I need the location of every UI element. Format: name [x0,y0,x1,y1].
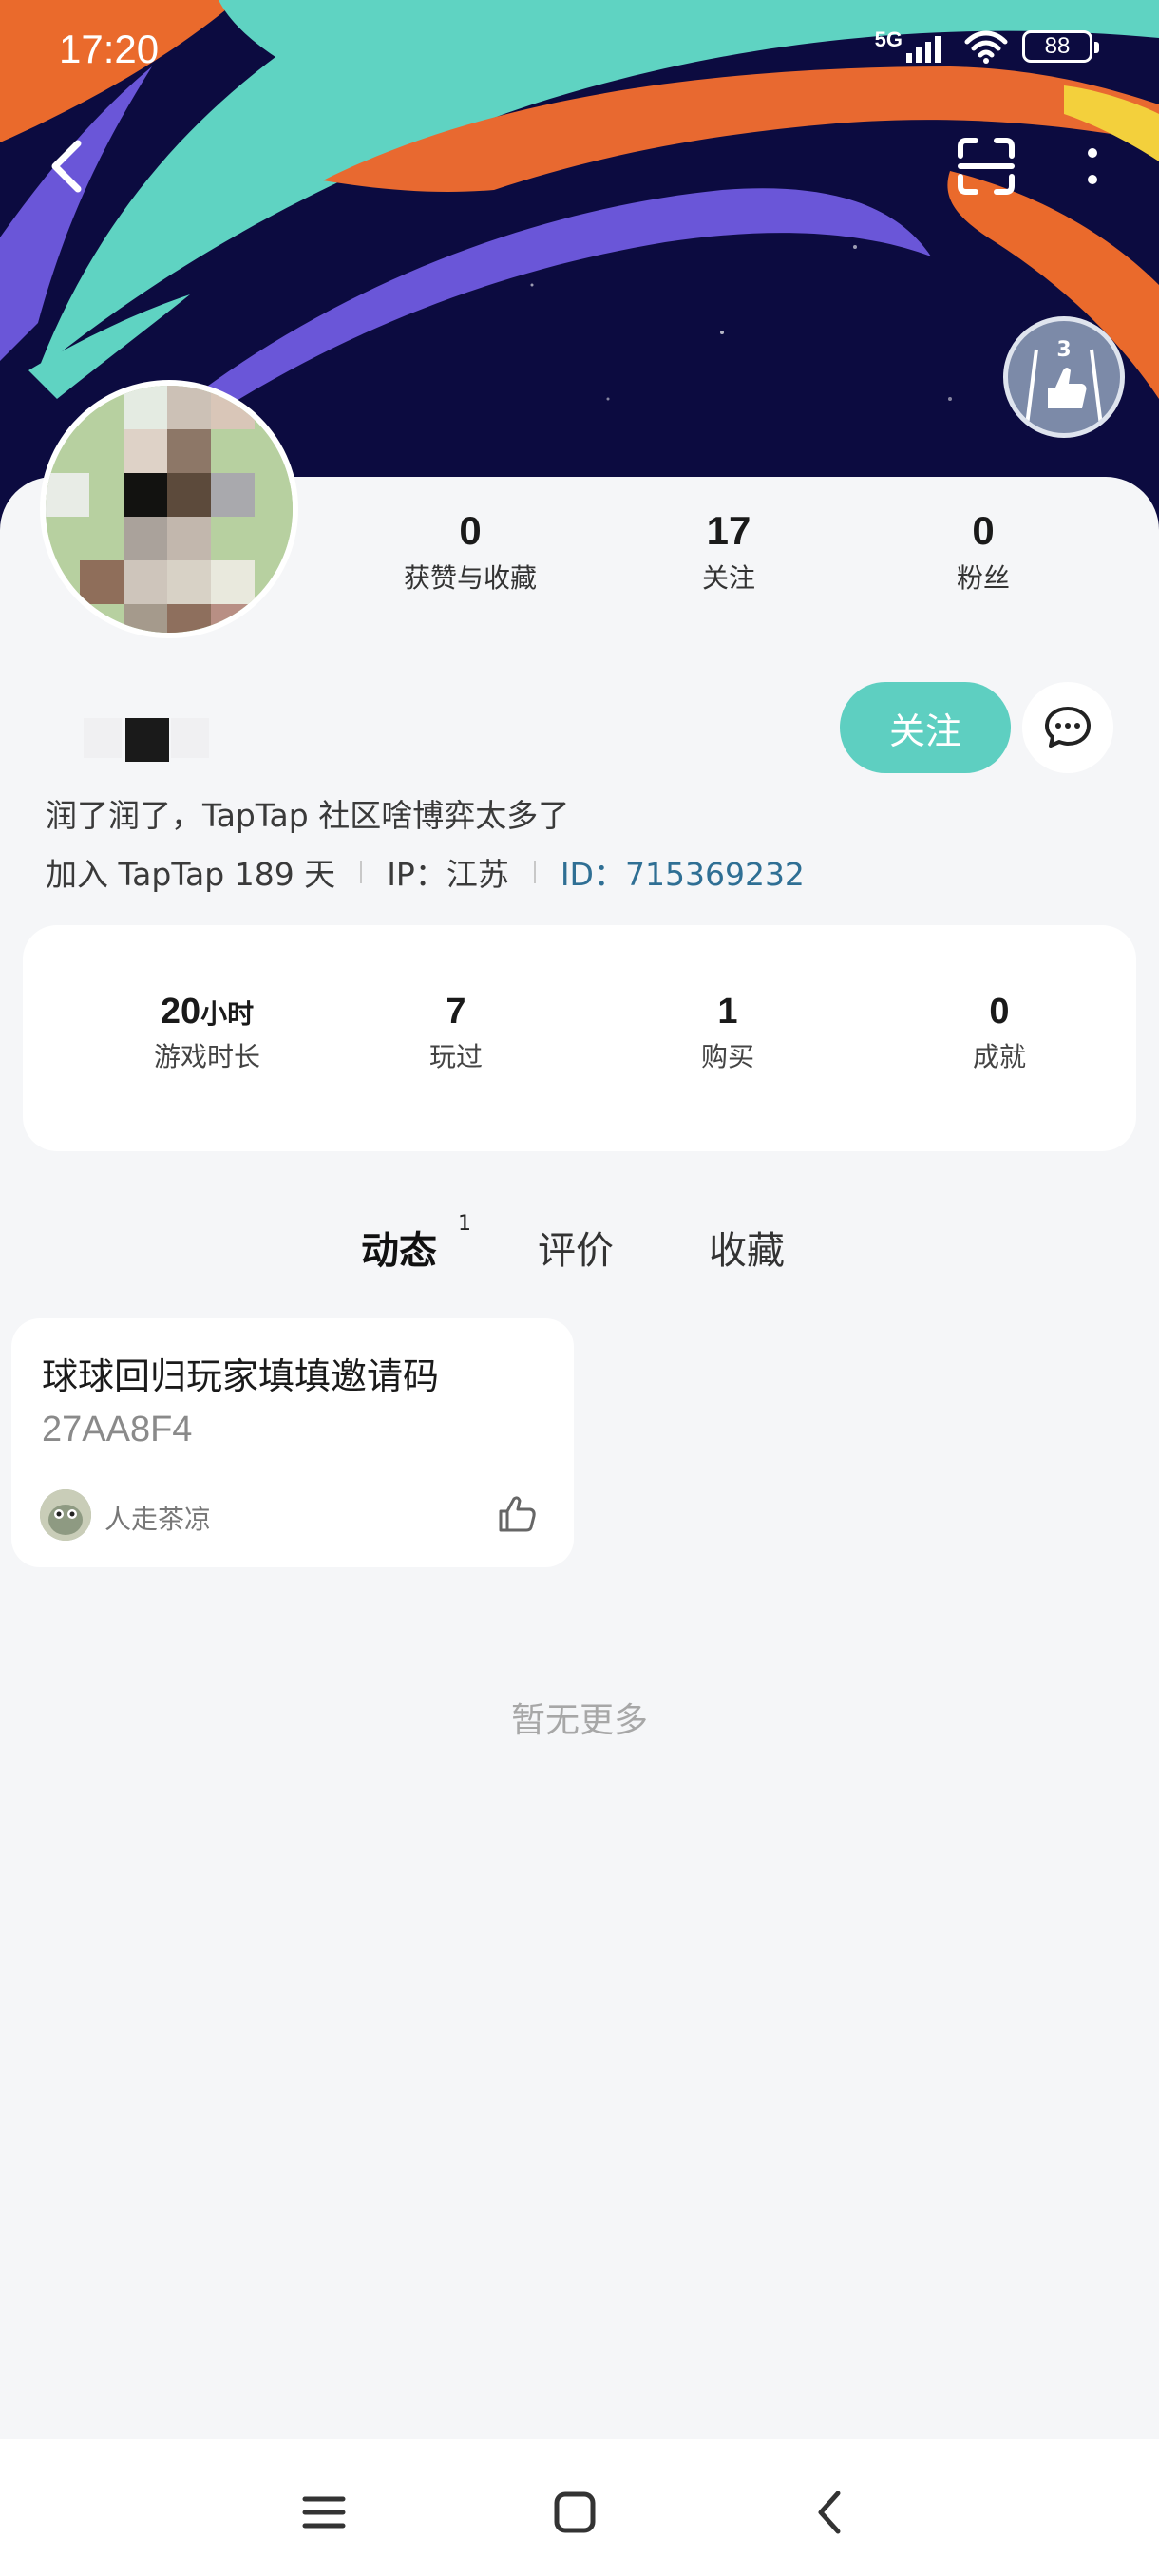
post-code: 27AA8F4 [42,1410,193,1449]
stat-value: 17 [706,508,751,553]
no-more-text: 暂无更多 [510,1701,648,1740]
status-time: 17:20 [59,27,160,71]
stat-played[interactable]: 7 玩过 [342,992,570,1074]
stat-playtime[interactable]: 20小时 游戏时长 [93,992,321,1074]
stat-value: 20小时 [93,992,321,1032]
playtime-value: 20 [160,992,201,1032]
stat-value: 0 [972,508,995,553]
divider [533,861,536,883]
ip-location: IP：江苏 [387,856,509,893]
stat-label: 成就 [972,1041,1026,1072]
author-avatar-image [40,1489,91,1541]
post-card[interactable]: 球球回归玩家填填邀请码 27AA8F4 人走茶凉 [11,1318,574,1567]
stat-likes[interactable]: 0 获赞与收藏 [366,508,575,596]
stat-value: 7 [446,992,466,1032]
divider [360,861,363,883]
tab-review[interactable]: 评价 [538,1220,614,1275]
tab-count: 1 [458,1212,471,1236]
system-back-button[interactable] [796,2479,863,2546]
home-button[interactable] [542,2479,608,2546]
network-label: 5G [874,28,902,51]
battery-level: 88 [1044,33,1071,59]
tab-collect[interactable]: 收藏 [709,1220,785,1275]
more-options-button[interactable] [1054,128,1130,204]
follow-button[interactable]: 关注 [840,682,1011,773]
chevron-left-icon [818,2491,841,2534]
like-button[interactable] [492,1489,542,1539]
square-icon [554,2491,596,2533]
wifi-icon [964,30,1008,64]
stat-followers[interactable]: 0 粉丝 [879,508,1088,596]
menu-icon [302,2496,346,2529]
stat-following[interactable]: 17 关注 [624,508,833,596]
stat-label: 关注 [701,562,755,594]
stat-label: 玩过 [428,1041,483,1072]
recent-apps-button[interactable] [291,2479,357,2546]
stat-label: 粉丝 [956,562,1010,594]
tab-dynamic[interactable]: 动态 1 [361,1212,471,1275]
status-bar: 17:20 5G 88 [0,0,1159,104]
stat-value: 0 [459,508,482,553]
scan-button[interactable] [948,128,1024,204]
join-days: 加入 TapTap 189 天 [46,856,336,893]
post-title: 球球回归玩家填填邀请码 [42,1355,440,1397]
user-bio: 润了润了，TapTap 社区啥博弈太多了 [46,797,570,834]
game-stats-card: 20小时 游戏时长 7 玩过 1 购买 0 成就 [23,925,1136,1151]
stat-label: 购买 [700,1041,754,1072]
playtime-unit: 小时 [200,998,255,1030]
stat-label: 游戏时长 [153,1041,260,1072]
achievement-badge[interactable]: 3 [1003,316,1125,438]
scan-icon [958,138,1015,195]
author-avatar[interactable] [40,1489,91,1541]
status-icons: 5G 88 [874,28,1099,65]
stat-purchased[interactable]: 1 购买 [614,992,842,1074]
thumbs-up-icon [499,1496,536,1532]
back-button[interactable] [28,128,104,204]
avatar[interactable] [40,380,298,638]
chevron-left-icon [51,140,82,193]
chat-bubble-icon [1045,707,1091,748]
stat-value: 0 [989,992,1010,1032]
more-vertical-icon [1088,148,1097,184]
stat-achievements[interactable]: 0 成就 [885,992,1113,1074]
stat-value: 1 [717,992,738,1032]
user-id[interactable]: ID：715369232 [560,849,805,895]
tab-label: 动态 [361,1229,437,1273]
thumbs-up-badge-icon [1025,349,1103,426]
message-button[interactable] [1022,682,1113,773]
system-navigation-bar [0,2439,1159,2576]
stat-label: 获赞与收藏 [403,562,537,594]
author-name[interactable]: 人走茶凉 [104,1499,211,1537]
username-blurred [84,714,217,762]
signal-icon [906,36,940,63]
user-meta-row: 加入 TapTap 189 天 IP：江苏 ID：715369232 [46,849,805,895]
battery-icon: 88 [1022,30,1099,63]
